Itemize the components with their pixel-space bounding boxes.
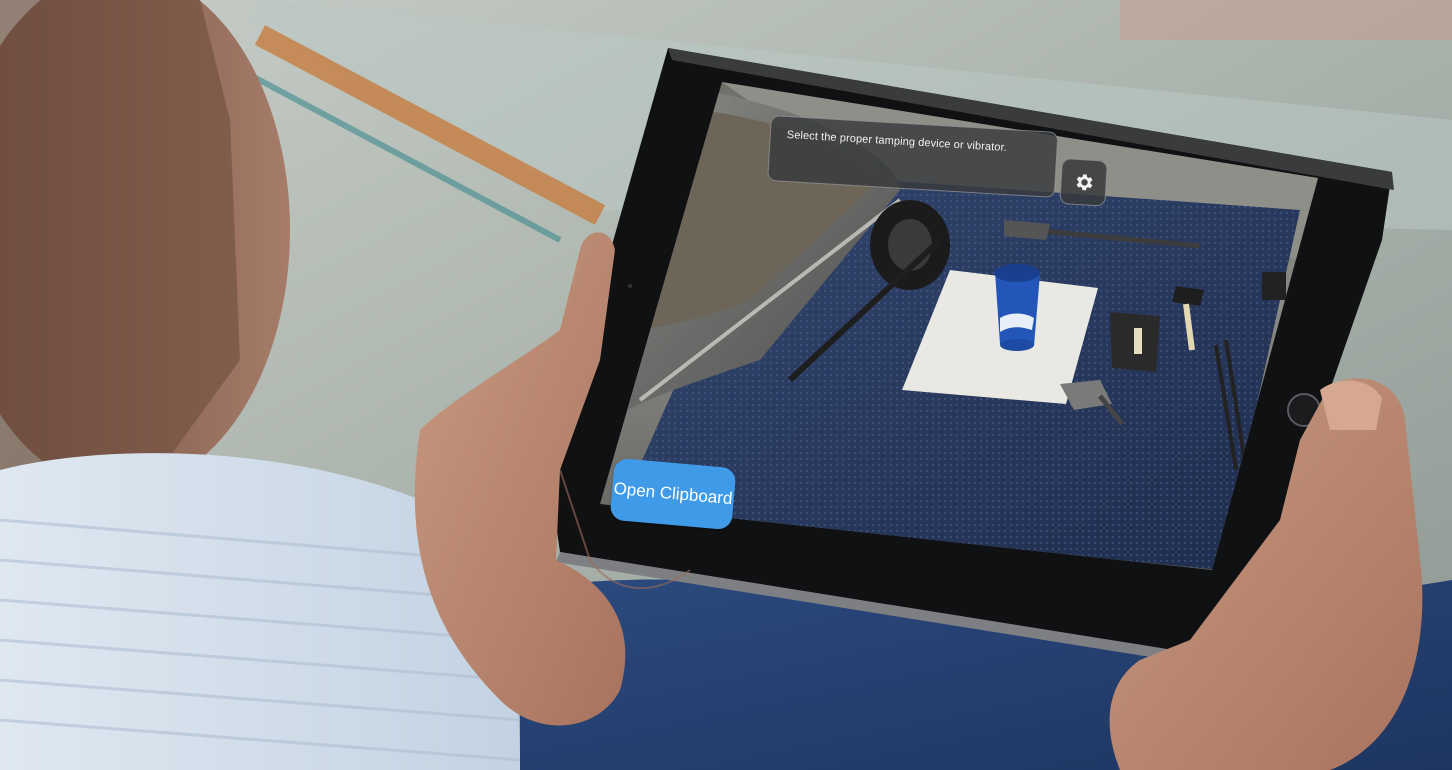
gear-icon: [1076, 174, 1093, 191]
open-clipboard-label: Open Clipboard: [612, 478, 734, 509]
open-clipboard-button[interactable]: Open Clipboard: [609, 457, 737, 531]
settings-button[interactable]: [1059, 158, 1108, 207]
photo-scene: [0, 0, 1452, 770]
